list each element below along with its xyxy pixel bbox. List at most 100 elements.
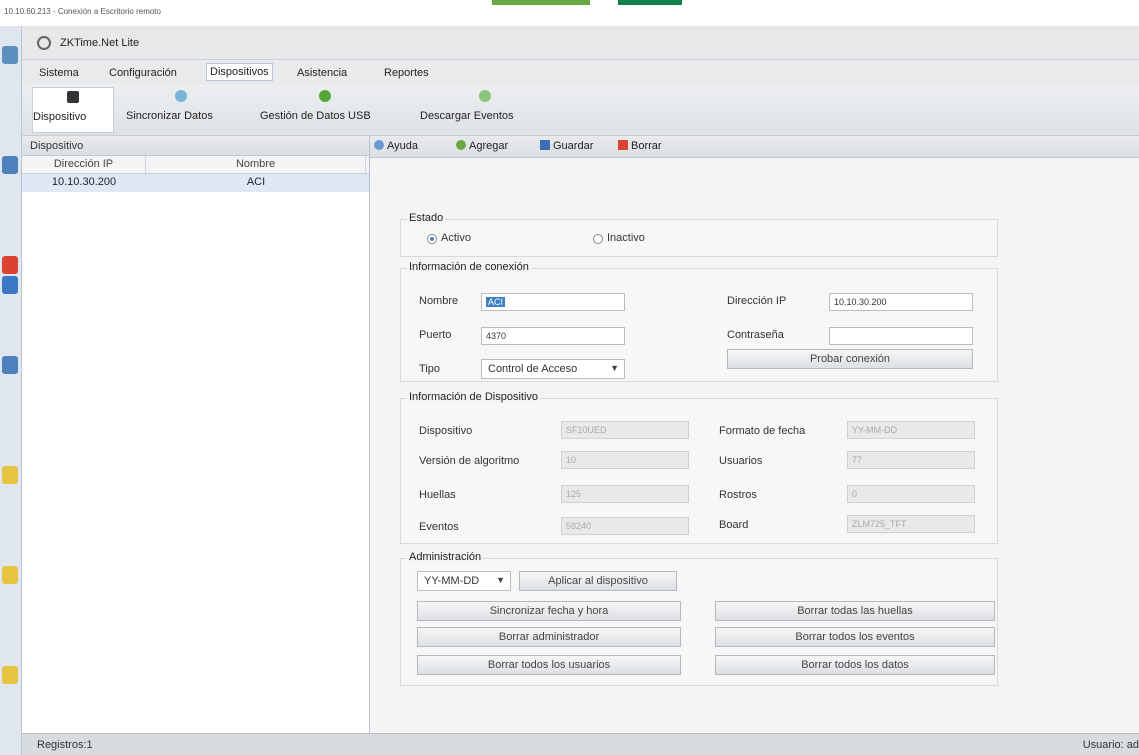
column-ip[interactable]: Dirección IP bbox=[22, 156, 146, 173]
conexion-group: Información de conexión Nombre ACI Puert… bbox=[400, 261, 998, 382]
menu-bar: Sistema Configuración Dispositivos Asist… bbox=[22, 60, 1139, 84]
tool-usb-label: Gestión de Datos USB bbox=[260, 110, 371, 122]
radio-inactivo[interactable] bbox=[593, 234, 603, 244]
delete-all-data-button[interactable]: Borrar todos los datos bbox=[715, 655, 995, 675]
password-input[interactable] bbox=[829, 327, 973, 345]
help-button[interactable]: Ayuda bbox=[374, 140, 418, 152]
nombre-input[interactable]: ACI bbox=[481, 293, 625, 311]
menu-asistencia[interactable]: Asistencia bbox=[294, 65, 350, 81]
remote-desktop-title: 10.10.60.213 - Conexión a Escritorio rem… bbox=[4, 7, 161, 16]
dispositivo-label: Dispositivo bbox=[419, 425, 473, 437]
eventos-field: 58240 bbox=[561, 517, 689, 535]
device-detail-panel: Ayuda Agregar Guardar Borrar Estado Acti… bbox=[370, 136, 1139, 733]
save-button[interactable]: Guardar bbox=[540, 140, 593, 152]
tool-usb[interactable]: Gestión de Datos USB bbox=[260, 87, 390, 133]
date-format-value: YY-MM-DD bbox=[424, 575, 480, 587]
save-label: Guardar bbox=[553, 140, 594, 152]
tool-dispositivo[interactable]: Dispositivo bbox=[32, 87, 114, 133]
desktop-icon-4[interactable] bbox=[2, 276, 18, 294]
desktop-icon-3[interactable] bbox=[2, 256, 18, 274]
nombre-label: Nombre bbox=[419, 295, 459, 307]
tool-sincronizar-label: Sincronizar Datos bbox=[126, 110, 213, 122]
delete-label: Borrar bbox=[631, 140, 662, 152]
dispositivo-field: SF10UED bbox=[561, 421, 689, 439]
app-window: ZKTime.Net Lite Sistema Configuración Di… bbox=[22, 26, 1139, 755]
green-block-left bbox=[492, 0, 590, 5]
ribbon-toolbar: Dispositivo Sincronizar Datos Gestión de… bbox=[22, 84, 1139, 136]
menu-dispositivos[interactable]: Dispositivos bbox=[206, 63, 273, 81]
desktop-icon-2[interactable] bbox=[2, 156, 18, 174]
tool-dispositivo-label: Dispositivo bbox=[33, 111, 87, 123]
desktop-icon-8[interactable] bbox=[2, 666, 18, 684]
device-row[interactable]: 10.10.30.200 ACI bbox=[22, 174, 369, 192]
current-user: Usuario: ad bbox=[1082, 739, 1139, 751]
download-icon bbox=[479, 90, 491, 102]
device-list-panel: Dispositivo Dirección IP Nombre 10.10.30… bbox=[22, 136, 370, 733]
sync-datetime-button[interactable]: Sincronizar fecha y hora bbox=[417, 601, 681, 621]
delete-fingerprints-button[interactable]: Borrar todas las huellas bbox=[715, 601, 995, 621]
menu-sistema[interactable]: Sistema bbox=[36, 65, 82, 81]
tipo-label: Tipo bbox=[419, 363, 440, 375]
tipo-value: Control de Acceso bbox=[488, 363, 578, 375]
add-label: Agregar bbox=[469, 140, 509, 152]
admin-group: Administración YY-MM-DD ▼ Aplicar al disp… bbox=[400, 551, 998, 686]
probar-conexion-button[interactable]: Probar conexión bbox=[727, 349, 973, 369]
delete-admin-button[interactable]: Borrar administrador bbox=[417, 627, 681, 647]
inactivo-label: Inactivo bbox=[607, 232, 645, 244]
device-icon bbox=[67, 91, 79, 103]
rostros-field: 0 bbox=[847, 485, 975, 503]
desktop-icon-5[interactable] bbox=[2, 356, 18, 374]
status-bar: Registros:1 Usuario: ad bbox=[22, 733, 1139, 755]
device-info-group: Información de Dispositivo Dispositivo S… bbox=[400, 391, 998, 544]
tool-descargar-label: Descargar Eventos bbox=[420, 110, 514, 122]
tool-descargar[interactable]: Descargar Eventos bbox=[420, 87, 550, 133]
save-icon bbox=[540, 140, 550, 150]
remote-desktop-bar: 10.10.60.213 - Conexión a Escritorio rem… bbox=[0, 0, 1139, 26]
admin-label: Administración bbox=[407, 551, 484, 563]
rostros-label: Rostros bbox=[719, 489, 757, 501]
device-row-ip: 10.10.30.200 bbox=[51, 176, 117, 188]
tipo-select[interactable]: Control de Acceso ▼ bbox=[481, 359, 625, 379]
delete-events-button[interactable]: Borrar todos los eventos bbox=[715, 627, 995, 647]
huellas-field: 125 bbox=[561, 485, 689, 503]
password-label: Contraseña bbox=[727, 329, 784, 341]
menu-reportes[interactable]: Reportes bbox=[381, 65, 432, 81]
device-row-name: ACI bbox=[246, 176, 266, 188]
usuarios-label: Usuarios bbox=[719, 455, 763, 467]
add-button[interactable]: Agregar bbox=[456, 140, 508, 152]
board-label: Board bbox=[719, 519, 749, 531]
device-info-label: Información de Dispositivo bbox=[407, 391, 541, 403]
records-count: Registros:1 bbox=[37, 739, 93, 751]
add-icon bbox=[456, 140, 466, 150]
sync-icon bbox=[175, 90, 187, 102]
column-nombre[interactable]: Nombre bbox=[146, 156, 366, 173]
delete-button[interactable]: Borrar bbox=[618, 140, 662, 152]
puerto-label: Puerto bbox=[419, 329, 452, 341]
version-label: Versión de algoritmo bbox=[419, 455, 520, 467]
desktop-icon-6[interactable] bbox=[2, 466, 18, 484]
usuarios-field: 77 bbox=[847, 451, 975, 469]
usb-icon bbox=[319, 90, 331, 102]
aplicar-button[interactable]: Aplicar al dispositivo bbox=[519, 571, 677, 591]
nombre-value: ACI bbox=[486, 297, 506, 307]
detail-toolbar: Ayuda Agregar Guardar Borrar bbox=[370, 136, 1139, 158]
menu-configuracion[interactable]: Configuración bbox=[106, 65, 180, 81]
radio-activo[interactable] bbox=[427, 234, 437, 244]
estado-group: Estado Activo Inactivo bbox=[400, 212, 998, 257]
conexion-label: Información de conexión bbox=[407, 261, 531, 273]
desktop-icon-1[interactable] bbox=[2, 46, 18, 64]
title-bar: ZKTime.Net Lite bbox=[22, 26, 1139, 60]
tool-sincronizar[interactable]: Sincronizar Datos bbox=[126, 87, 236, 133]
device-grid-header: Dirección IP Nombre bbox=[22, 156, 369, 174]
delete-users-button[interactable]: Borrar todos los usuarios bbox=[417, 655, 681, 675]
green-block-right bbox=[618, 0, 682, 5]
date-format-select[interactable]: YY-MM-DD ▼ bbox=[417, 571, 511, 591]
puerto-input[interactable]: 4370 bbox=[481, 327, 625, 345]
formato-field: YY-MM-DD bbox=[847, 421, 975, 439]
desktop-icon-7[interactable] bbox=[2, 566, 18, 584]
activo-label: Activo bbox=[441, 232, 471, 244]
estado-label: Estado bbox=[407, 212, 446, 224]
ip-input[interactable]: 10.10.30.200 bbox=[829, 293, 973, 311]
app-title: ZKTime.Net Lite bbox=[60, 37, 140, 49]
help-icon bbox=[374, 140, 384, 150]
